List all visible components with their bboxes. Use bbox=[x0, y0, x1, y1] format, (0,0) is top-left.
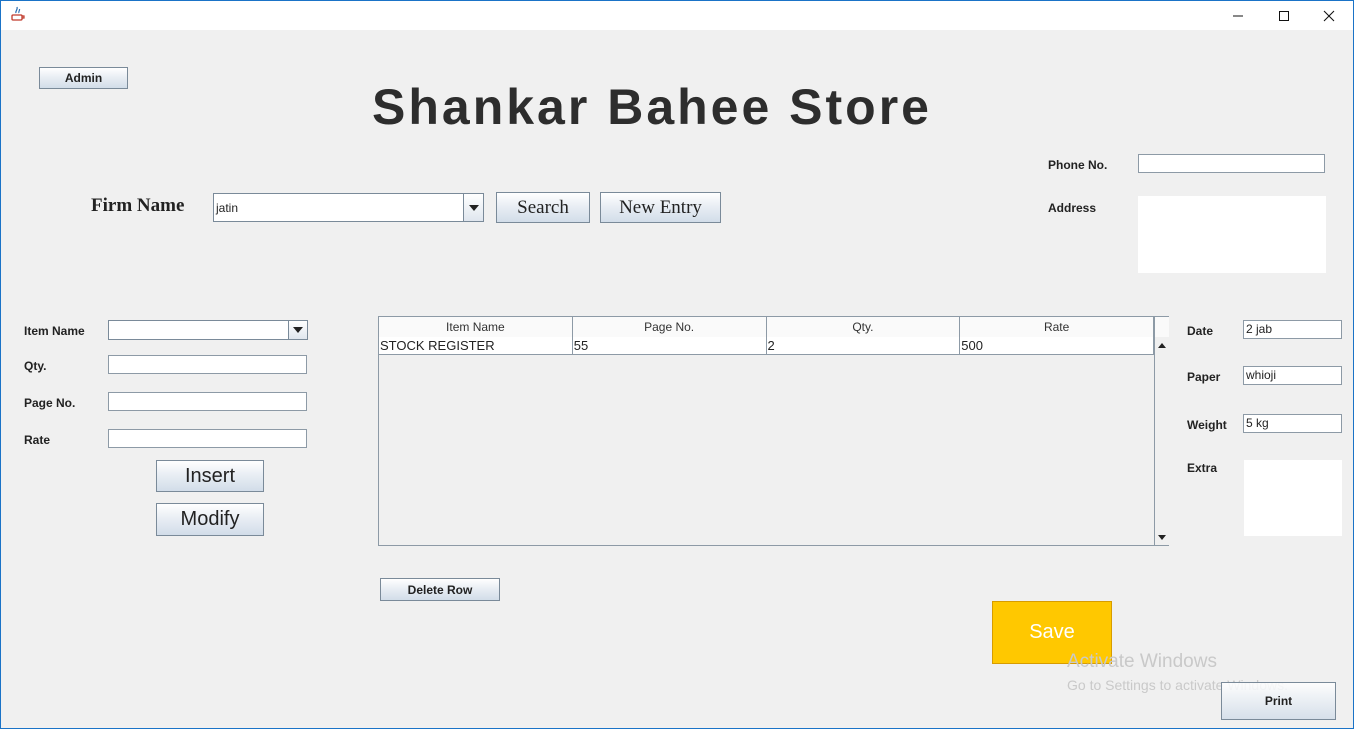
chevron-down-icon[interactable] bbox=[288, 321, 307, 339]
store-title: Shankar Bahee Store bbox=[372, 79, 932, 135]
scroll-up-arrow-icon[interactable] bbox=[1155, 337, 1169, 353]
print-button[interactable]: Print bbox=[1221, 682, 1336, 720]
weight-input[interactable]: 5 kg bbox=[1243, 414, 1342, 433]
extra-textarea[interactable] bbox=[1244, 460, 1342, 536]
minimize-icon bbox=[1233, 15, 1243, 16]
item-name-label: Item Name bbox=[24, 324, 85, 338]
phone-input[interactable] bbox=[1138, 154, 1325, 173]
firm-name-combobox[interactable]: jatin bbox=[213, 193, 484, 222]
maximize-icon bbox=[1279, 10, 1289, 21]
maximize-button[interactable] bbox=[1261, 1, 1307, 30]
paper-label: Paper bbox=[1187, 370, 1221, 384]
column-header-page-no[interactable]: Page No. bbox=[573, 317, 767, 337]
table-cell[interactable]: STOCK REGISTER bbox=[379, 337, 573, 354]
chevron-down-icon[interactable] bbox=[463, 194, 483, 221]
table-cell[interactable]: 500 bbox=[960, 337, 1154, 354]
phone-label: Phone No. bbox=[1048, 158, 1108, 172]
rate-label: Rate bbox=[24, 433, 51, 447]
activate-windows-watermark: Activate Windows bbox=[1067, 651, 1217, 672]
table-corner bbox=[1154, 317, 1169, 338]
paper-input[interactable]: whioji bbox=[1243, 366, 1342, 385]
close-button[interactable] bbox=[1306, 1, 1352, 30]
minimize-button[interactable] bbox=[1215, 1, 1261, 30]
date-input[interactable]: 2 jab bbox=[1243, 320, 1342, 339]
delete-row-button[interactable]: Delete Row bbox=[380, 578, 500, 601]
insert-button[interactable]: Insert bbox=[156, 460, 264, 492]
scroll-down-arrow-icon[interactable] bbox=[1155, 529, 1169, 545]
extra-label: Extra bbox=[1187, 461, 1218, 475]
address-textarea[interactable] bbox=[1138, 196, 1326, 273]
table-header: Item Name Page No. Qty. Rate bbox=[379, 317, 1154, 338]
table-cell[interactable]: 55 bbox=[573, 337, 767, 354]
modify-button[interactable]: Modify bbox=[156, 503, 264, 536]
title-bar bbox=[1, 1, 1353, 30]
vertical-scrollbar[interactable] bbox=[1154, 337, 1169, 545]
new-entry-button[interactable]: New Entry bbox=[600, 192, 721, 223]
java-app-icon bbox=[10, 6, 26, 22]
item-name-value bbox=[109, 321, 288, 339]
date-label: Date bbox=[1187, 324, 1214, 338]
rate-input[interactable] bbox=[108, 429, 307, 448]
item-name-combobox[interactable] bbox=[108, 320, 308, 340]
items-table[interactable]: Item Name Page No. Qty. Rate STOCK REGIS… bbox=[378, 316, 1169, 546]
table-row[interactable]: STOCK REGISTER 55 2 500 bbox=[379, 337, 1154, 355]
page-no-input[interactable] bbox=[108, 392, 307, 411]
column-header-rate[interactable]: Rate bbox=[960, 317, 1154, 337]
search-button[interactable]: Search bbox=[496, 192, 590, 223]
close-icon bbox=[1323, 10, 1335, 21]
qty-input[interactable] bbox=[108, 355, 307, 374]
weight-label: Weight bbox=[1187, 418, 1227, 432]
table-cell[interactable]: 2 bbox=[767, 337, 961, 354]
address-label: Address bbox=[1048, 201, 1097, 215]
firm-name-label: Firm Name bbox=[91, 195, 185, 216]
page-no-label: Page No. bbox=[24, 396, 76, 410]
qty-label: Qty. bbox=[24, 359, 47, 373]
column-header-item-name[interactable]: Item Name bbox=[379, 317, 573, 337]
column-header-qty[interactable]: Qty. bbox=[767, 317, 961, 337]
firm-name-value: jatin bbox=[216, 200, 239, 215]
